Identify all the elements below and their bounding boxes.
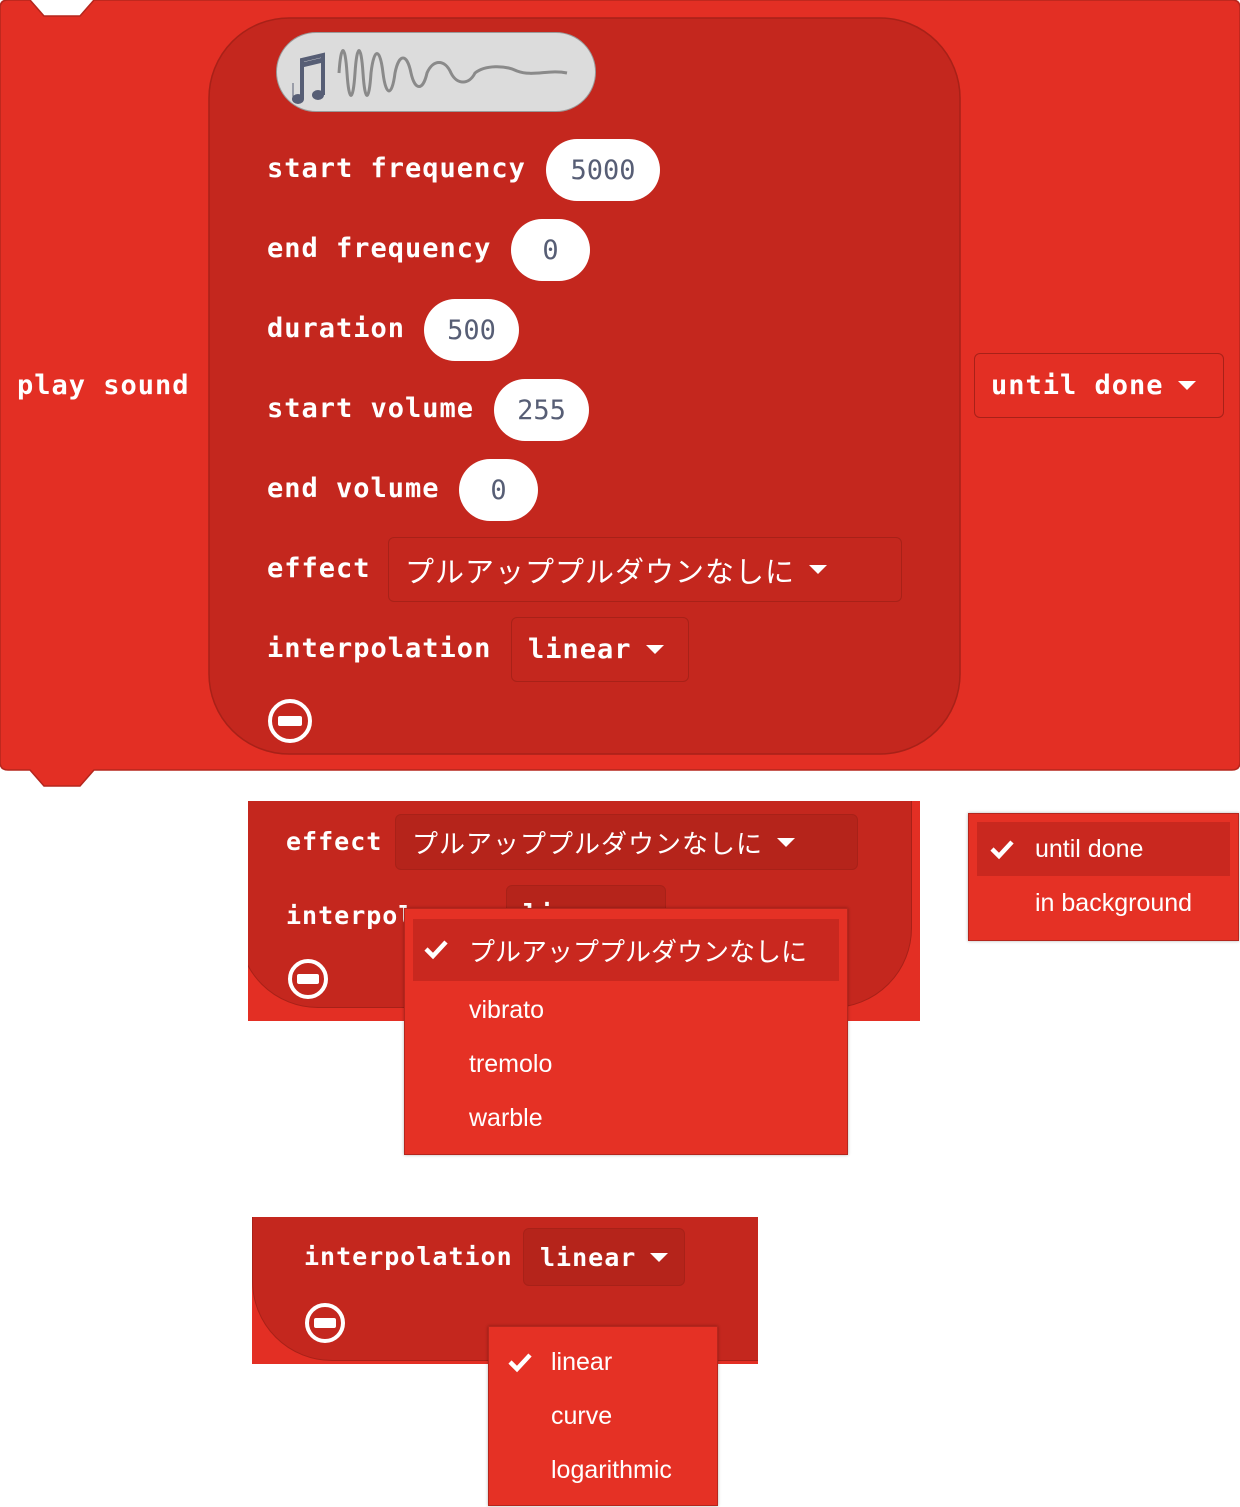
remove-input-icon[interactable] [266,697,314,745]
mode-menu-item[interactable]: in background [977,876,1230,930]
dropdown-caret-icon [645,645,664,654]
remove-input-icon[interactable] [286,957,330,1001]
checkmark-icon [990,840,1014,860]
interpolation-menu-item[interactable]: linear [497,1335,709,1389]
effect-menu-item[interactable]: tremolo [413,1037,839,1091]
mode-dropdown-value: until done [991,370,1164,401]
play-sound-block[interactable]: play sound start frequency 5000 end freq… [0,0,1240,790]
interpolation-menu: linear curve logarithmic [488,1326,718,1506]
effect-label: effect [286,827,383,856]
interpolation-label: interpolation [304,1242,513,1271]
duration-label: duration [267,313,406,344]
effect-dropdown-value: プルアッププルダウンなしに [412,829,764,860]
start-frequency-input[interactable]: 5000 [546,139,660,201]
interpolation-dropdown-value: linear [528,634,632,665]
end-volume-label: end volume [267,473,440,504]
interpolation-menu-item[interactable]: curve [497,1389,709,1443]
effect-dropdown-value: プルアッププルダウンなしに [405,554,796,589]
end-volume-input[interactable]: 0 [459,459,538,521]
interpolation-dropdown-value: linear [540,1242,637,1272]
sound-wave-icon [337,49,568,97]
effect-dropdown[interactable]: プルアッププルダウンなしに [395,814,858,870]
interpolation-dropdown[interactable]: linear [523,1228,685,1286]
interpolation-label: interpol [286,901,415,930]
start-frequency-label: start frequency [267,153,526,184]
effect-menu-item[interactable]: vibrato [413,983,839,1037]
effect-dropdown[interactable]: プルアッププルダウンなしに [388,537,902,602]
duration-input[interactable]: 500 [424,299,519,361]
effect-menu-item[interactable]: warble [413,1091,839,1145]
mode-menu-item[interactable]: until done [977,822,1230,876]
effect-label: effect [267,553,371,584]
dropdown-caret-icon [809,565,828,574]
end-frequency-label: end frequency [267,233,492,264]
interpolation-menu-item[interactable]: logarithmic [497,1443,709,1497]
checkmark-icon [424,940,448,960]
interpolation-dropdown[interactable]: linear [511,617,689,682]
dropdown-caret-icon [777,837,796,847]
music-note-icon [292,52,325,104]
interpolation-label: interpolation [267,633,492,664]
block-label: play sound [17,370,190,401]
effect-menu-item[interactable]: プルアッププルダウンなしに [413,919,839,981]
mode-menu: until done in background [968,813,1239,941]
end-frequency-input[interactable]: 0 [511,219,590,281]
start-volume-label: start volume [267,393,475,424]
mode-dropdown[interactable]: until done [974,353,1224,418]
start-volume-input[interactable]: 255 [494,379,589,441]
checkmark-icon [508,1353,532,1373]
dropdown-caret-icon [650,1252,669,1262]
sound-preview-button[interactable] [276,32,596,112]
remove-input-icon[interactable] [303,1301,347,1345]
dropdown-caret-icon [1177,381,1196,390]
effect-menu: プルアッププルダウンなしに vibrato tremolo warble [404,908,848,1155]
